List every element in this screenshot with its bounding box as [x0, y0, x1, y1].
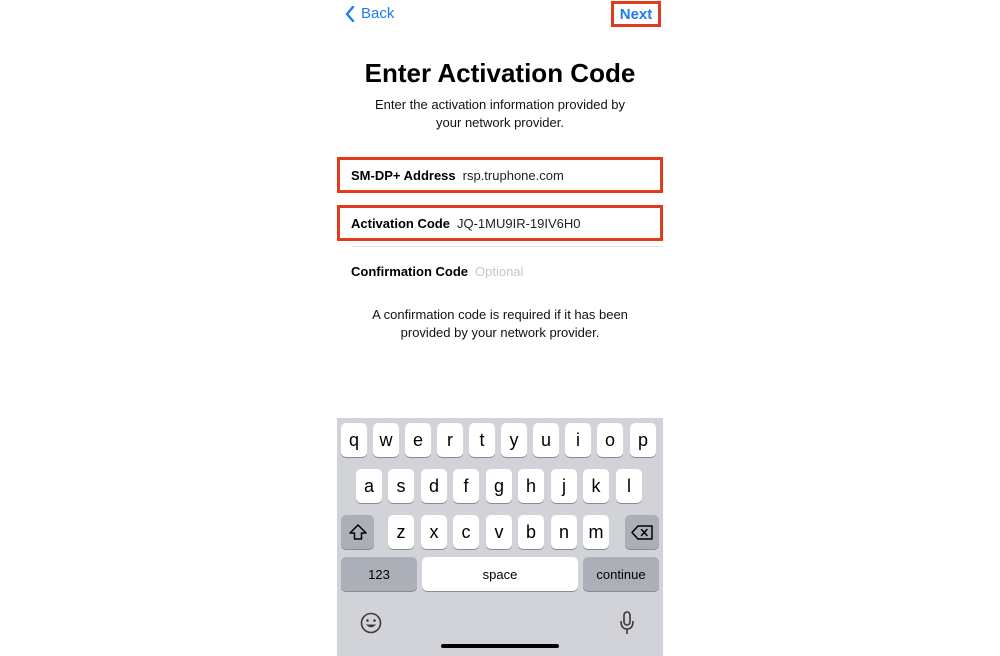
- page-subtitle: Enter the activation information provide…: [357, 96, 643, 132]
- smdp-address-label: SM-DP+ Address: [351, 167, 456, 183]
- shift-icon: [348, 524, 367, 540]
- key-x[interactable]: x: [421, 515, 447, 549]
- page-title: Enter Activation Code: [364, 58, 636, 88]
- key-n[interactable]: n: [551, 515, 577, 549]
- key-k[interactable]: k: [583, 469, 609, 503]
- key-e[interactable]: e: [405, 423, 431, 457]
- continue-key[interactable]: continue: [583, 557, 659, 591]
- activation-code-value[interactable]: JQ-1MU9IR-19IV6H0: [457, 216, 581, 231]
- key-m[interactable]: m: [583, 515, 609, 549]
- key-p[interactable]: p: [630, 423, 656, 457]
- key-z[interactable]: z: [388, 515, 414, 549]
- key-c[interactable]: c: [453, 515, 479, 549]
- microphone-icon[interactable]: [619, 611, 635, 635]
- key-r[interactable]: r: [437, 423, 463, 457]
- shift-key[interactable]: [341, 515, 374, 549]
- activation-code-label: Activation Code: [351, 215, 450, 231]
- key-s[interactable]: s: [388, 469, 414, 503]
- confirmation-code-field[interactable]: Confirmation Code Optional: [337, 253, 663, 289]
- space-key[interactable]: space: [422, 557, 578, 591]
- confirmation-code-input[interactable]: Optional: [475, 264, 523, 279]
- smdp-address-value[interactable]: rsp.truphone.com: [463, 168, 564, 183]
- key-b[interactable]: b: [518, 515, 544, 549]
- divider: [351, 246, 663, 247]
- activation-code-field[interactable]: Activation Code JQ-1MU9IR-19IV6H0: [337, 205, 663, 241]
- key-o[interactable]: o: [597, 423, 623, 457]
- subtitle-line-2: your network provider.: [436, 115, 564, 130]
- delete-key[interactable]: [625, 515, 659, 549]
- key-d[interactable]: d: [421, 469, 447, 503]
- key-w[interactable]: w: [373, 423, 399, 457]
- back-label: Back: [361, 5, 395, 22]
- key-g[interactable]: g: [486, 469, 512, 503]
- key-a[interactable]: a: [356, 469, 382, 503]
- key-i[interactable]: i: [565, 423, 591, 457]
- next-button[interactable]: Next: [611, 1, 661, 27]
- chevron-left-icon: [345, 5, 355, 22]
- key-j[interactable]: j: [551, 469, 577, 503]
- home-indicator[interactable]: [441, 644, 559, 648]
- delete-icon: [631, 524, 653, 540]
- next-label: Next: [619, 5, 653, 23]
- key-f[interactable]: f: [453, 469, 479, 503]
- navigation-bar: Back Next: [337, 0, 663, 30]
- numbers-key[interactable]: 123: [341, 557, 417, 591]
- subtitle-line-1: Enter the activation information provide…: [374, 97, 626, 112]
- key-q[interactable]: q: [341, 423, 367, 457]
- confirmation-note: A confirmation code is required if it ha…: [357, 306, 643, 342]
- key-h[interactable]: h: [518, 469, 544, 503]
- key-v[interactable]: v: [486, 515, 512, 549]
- key-l[interactable]: l: [616, 469, 642, 503]
- note-line-2: provided by your network provider.: [400, 325, 600, 340]
- key-u[interactable]: u: [533, 423, 559, 457]
- key-y[interactable]: y: [501, 423, 527, 457]
- confirmation-code-label: Confirmation Code: [351, 263, 468, 279]
- keyboard: q w e r t y u i o p a s d f g h j k l z …: [337, 418, 663, 656]
- key-t[interactable]: t: [469, 423, 495, 457]
- phone-screen: Back Next Enter Activation Code Enter th…: [337, 0, 663, 656]
- emoji-icon[interactable]: [360, 612, 382, 634]
- back-button[interactable]: Back: [345, 5, 394, 22]
- note-line-1: A confirmation code is required if it ha…: [372, 307, 628, 322]
- smdp-address-field[interactable]: SM-DP+ Address rsp.truphone.com: [337, 157, 663, 193]
